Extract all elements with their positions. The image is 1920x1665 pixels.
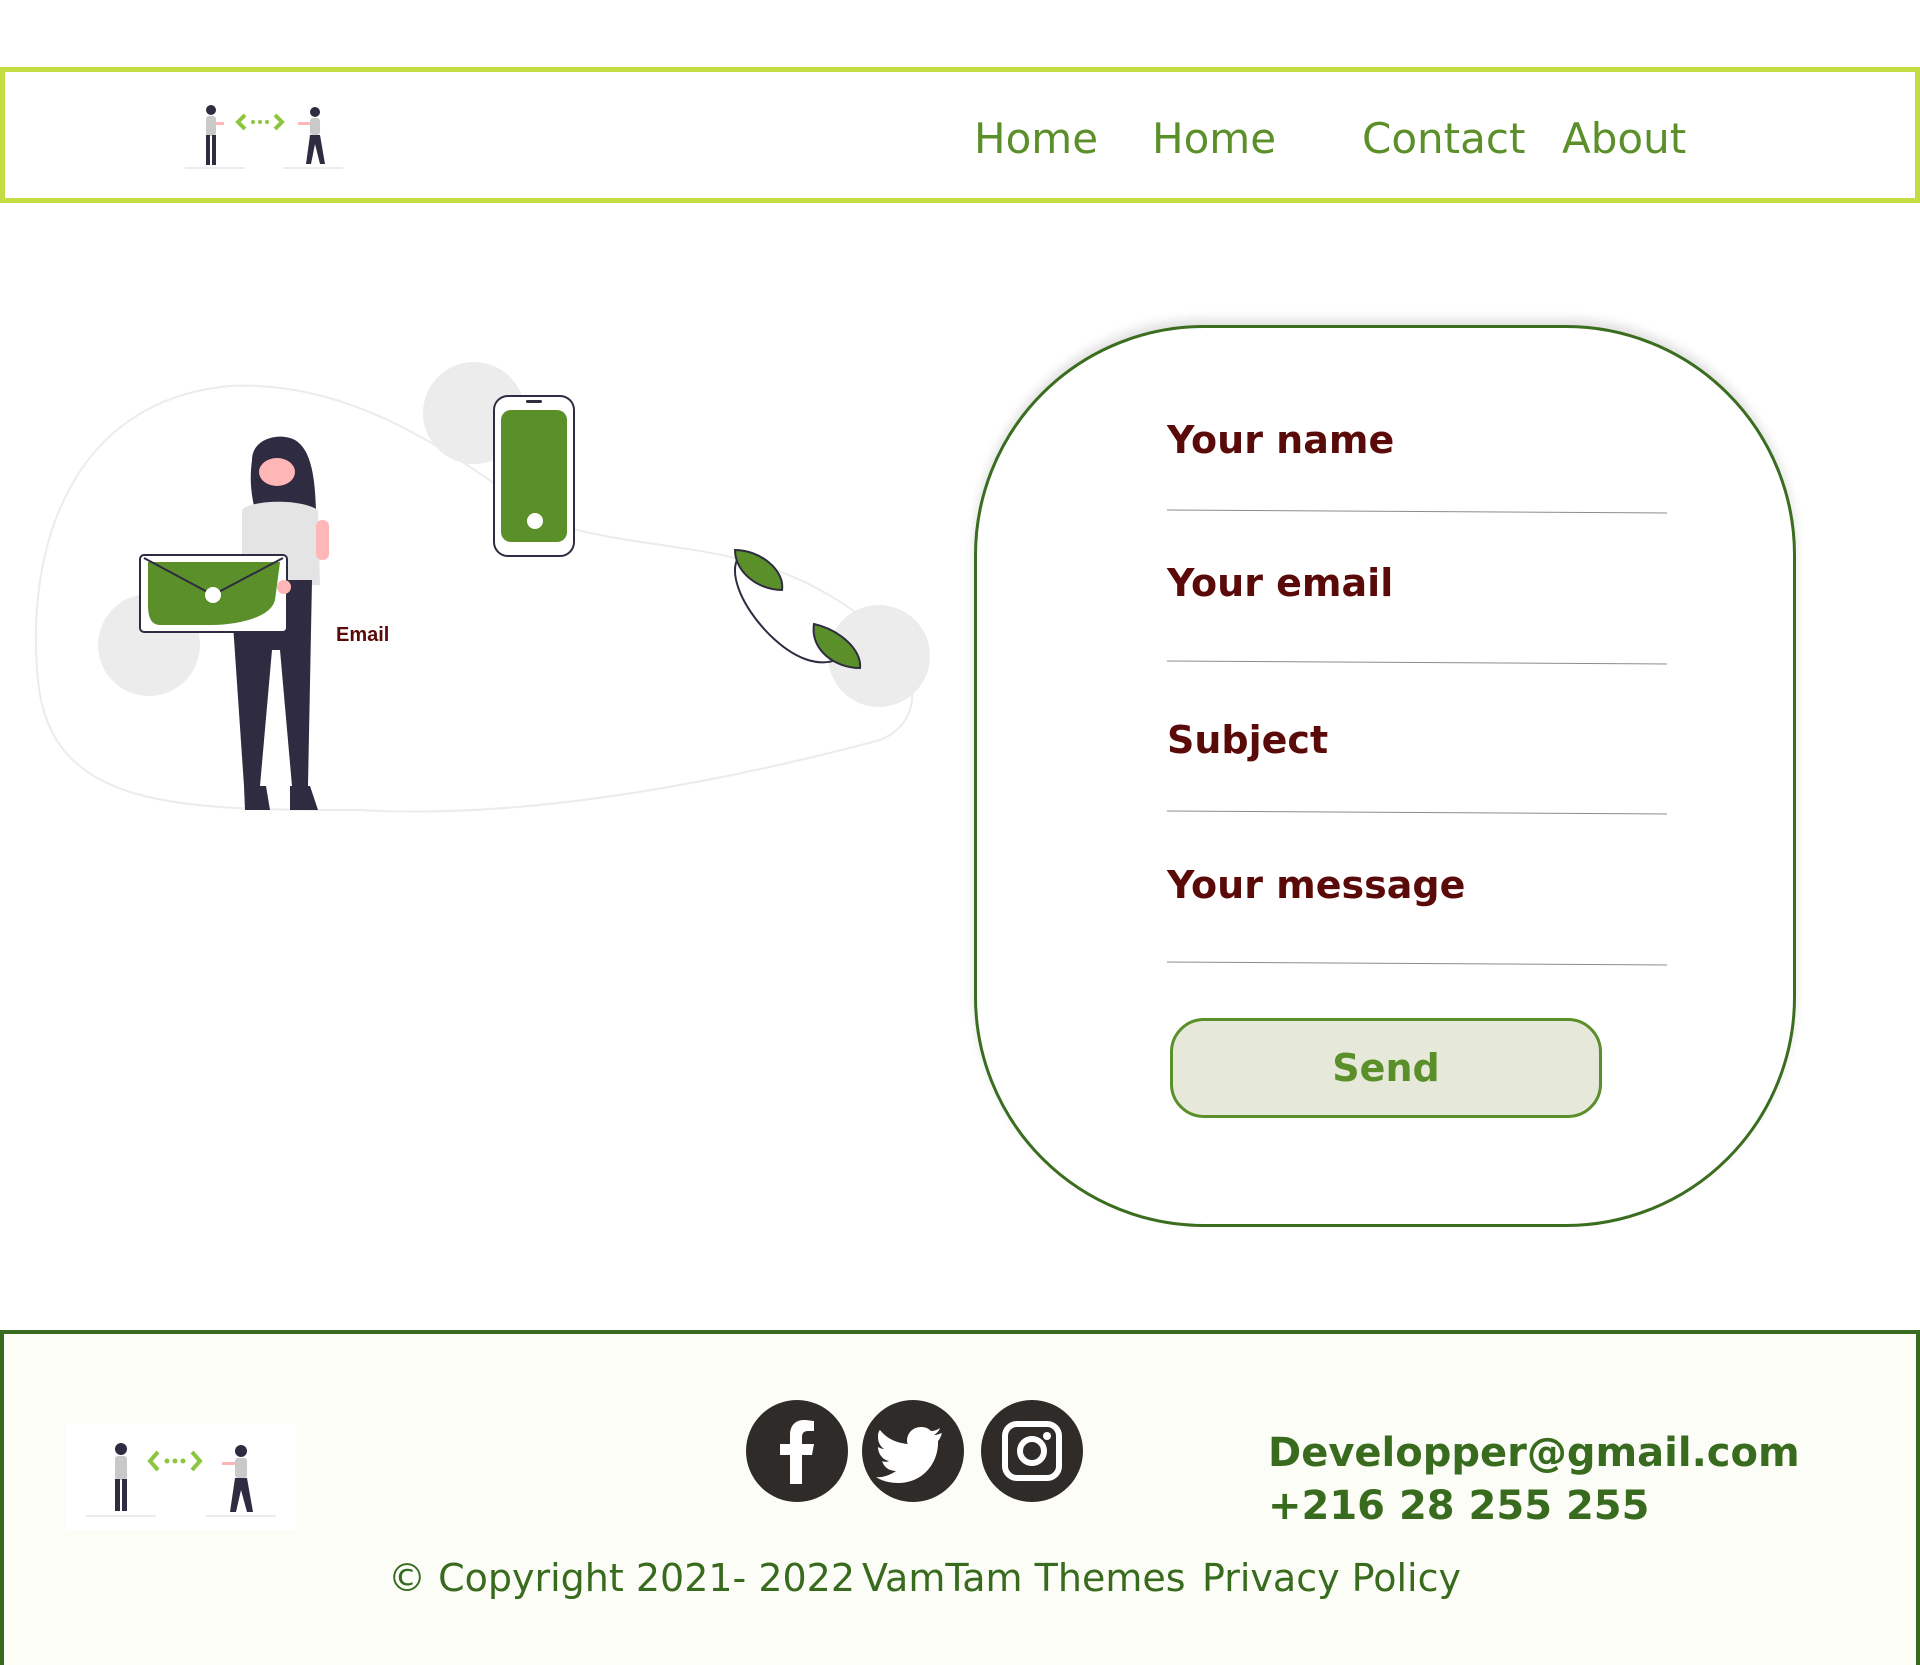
copyright-text: © Copyright 2021- 2022 <box>388 1556 856 1600</box>
nav-home[interactable]: Home <box>974 115 1098 162</box>
name-field-label: Your name <box>1167 418 1395 462</box>
subject-field-label: Subject <box>1167 718 1329 762</box>
people-exchange-logo-icon <box>185 105 343 169</box>
message-field[interactable] <box>1167 961 1667 966</box>
footer-phone[interactable]: +216 28 255 255 <box>1268 1483 1649 1529</box>
email-field-label: Your email <box>1167 561 1394 605</box>
vamtam-themes-link[interactable]: VamTam Themes <box>862 1556 1186 1600</box>
contact-form: Your name Your email Subject Your messag… <box>974 325 1796 1227</box>
nav-about[interactable]: About <box>1562 115 1686 162</box>
site-header: Home Home Contact About <box>0 67 1920 203</box>
people-exchange-logo-icon <box>66 1424 296 1530</box>
send-button[interactable]: Send <box>1170 1018 1602 1118</box>
logo[interactable] <box>183 102 343 174</box>
site-footer: Developper@gmail.com +216 28 255 255 © C… <box>0 1330 1920 1665</box>
nav-contact[interactable]: Contact <box>1362 115 1525 162</box>
privacy-policy-link[interactable]: Privacy Policy <box>1202 1556 1461 1600</box>
subject-field[interactable] <box>1167 810 1667 815</box>
nav-home-secondary[interactable]: Home <box>1152 115 1276 162</box>
footer-email[interactable]: Developper@gmail.com <box>1268 1430 1800 1476</box>
email-field[interactable] <box>1167 660 1667 665</box>
footer-logo[interactable] <box>66 1424 296 1530</box>
contact-illustration-art <box>34 362 930 813</box>
facebook-icon[interactable] <box>746 1400 848 1502</box>
message-field-label: Your message <box>1167 863 1466 907</box>
illustration-email-caption: Email <box>336 624 390 646</box>
twitter-icon[interactable] <box>862 1400 964 1502</box>
contact-illustration: Email <box>30 350 930 820</box>
instagram-icon[interactable] <box>981 1400 1083 1502</box>
name-field[interactable] <box>1167 509 1667 514</box>
